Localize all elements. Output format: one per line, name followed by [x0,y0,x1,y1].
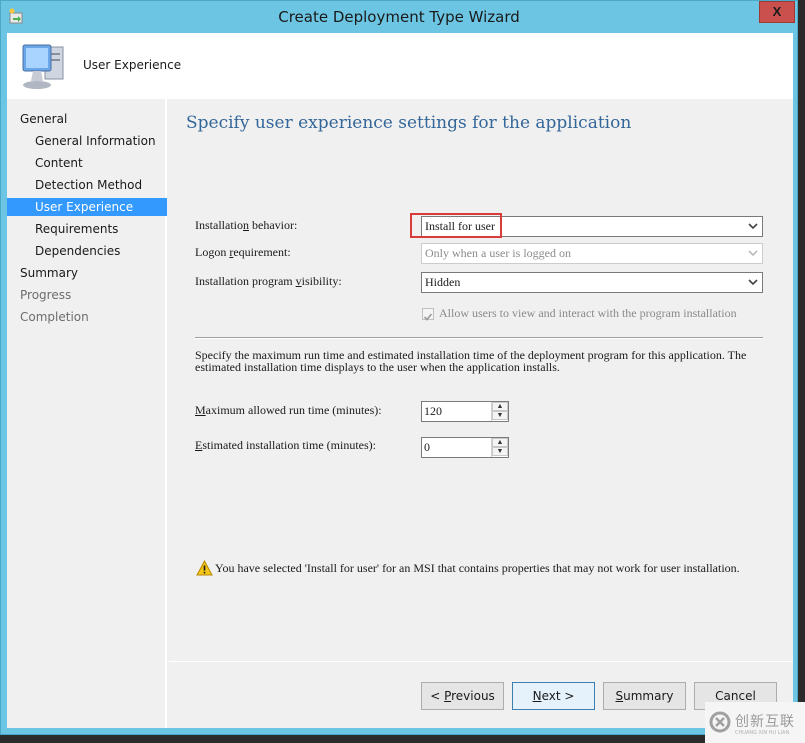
separator [195,337,763,339]
sidebar-item-general-information[interactable]: General Information [7,132,167,150]
sidebar-item-general[interactable]: General [7,110,167,128]
main-panel: Specify user experience settings for the… [169,99,793,728]
sidebar-item-content[interactable]: Content [7,154,167,172]
sidebar-item-summary[interactable]: Summary [7,264,167,282]
wizard-header: User Experience [7,33,793,99]
program-visibility-value: Hidden [425,275,461,289]
max-run-time-input[interactable] [422,402,490,421]
logon-requirement-label: Logon requirement: [195,245,291,259]
logon-requirement-value: Only when a user is logged on [425,246,571,260]
sidebar-item-requirements[interactable]: Requirements [7,220,167,238]
title-bar: Create Deployment Type Wizard X [1,1,797,33]
watermark-subtext: CHUANG XIN HU LIAN [735,730,790,736]
max-run-time-label: Maximum allowed run time (minutes): [195,403,382,417]
checkmark-icon [423,313,433,321]
spinner-buttons: ▲ ▼ [491,438,508,457]
program-visibility-select[interactable]: Hidden [421,272,763,293]
logon-requirement-select[interactable]: Only when a user is logged on [421,243,763,264]
installation-behavior-value: Install for user [425,219,495,233]
allow-interact-checkbox[interactable] [422,308,434,321]
watermark-logo-icon [709,711,731,733]
chevron-down-icon [748,279,758,286]
computer-icon [22,44,64,89]
est-install-time-input[interactable] [422,438,490,457]
header-title: User Experience [83,58,182,72]
sidebar-item-user-experience[interactable]: User Experience [7,198,167,216]
watermark-text: 创新互联 [735,714,795,730]
program-visibility-label: Installation program visibility: [195,274,342,288]
warning-icon [196,560,213,576]
watermark: 创新互联 CHUANG XIN HU LIAN [705,702,805,743]
summary-button[interactable]: Summary [603,682,686,710]
est-install-time-label: Estimated installation time (minutes): [195,438,376,452]
est-install-time-spinner[interactable]: ▲ ▼ [421,437,509,458]
wizard-window: Create Deployment Type Wizard X User Exp… [0,0,798,735]
run-time-description: Specify the maximum run time and estimat… [195,348,747,374]
close-button[interactable]: X [759,1,795,23]
spin-down-button[interactable]: ▼ [492,411,508,420]
sidebar-item-completion: Completion [20,310,89,324]
wizard-content: General General Information Content Detecti… [7,99,793,728]
spin-down-button[interactable]: ▼ [492,447,508,456]
sidebar-item-dependencies[interactable]: Dependencies [7,242,167,260]
next-button[interactable]: Next > [512,682,595,710]
chevron-down-icon [748,250,758,257]
warning-message: You have selected 'Install for user' for… [215,561,740,575]
spin-up-button[interactable]: ▲ [492,438,508,447]
footer-divider [169,661,793,662]
installation-behavior-select[interactable]: Install for user [421,216,763,237]
spinner-buttons: ▲ ▼ [491,402,508,421]
sidebar-item-detection-method[interactable]: Detection Method [7,176,167,194]
allow-interact-label: Allow users to view and interact with th… [439,306,737,320]
max-run-time-spinner[interactable]: ▲ ▼ [421,401,509,422]
sidebar-item-progress: Progress [20,288,72,302]
window-title: Create Deployment Type Wizard [278,8,520,26]
chevron-down-icon [748,223,758,230]
installation-behavior-label: Installation behavior: [195,218,298,232]
wizard-nav: General General Information Content Detecti… [7,99,167,728]
spin-up-button[interactable]: ▲ [492,402,508,411]
page-heading: Specify user experience settings for the… [186,113,632,133]
previous-button[interactable]: < Previous [421,682,504,710]
